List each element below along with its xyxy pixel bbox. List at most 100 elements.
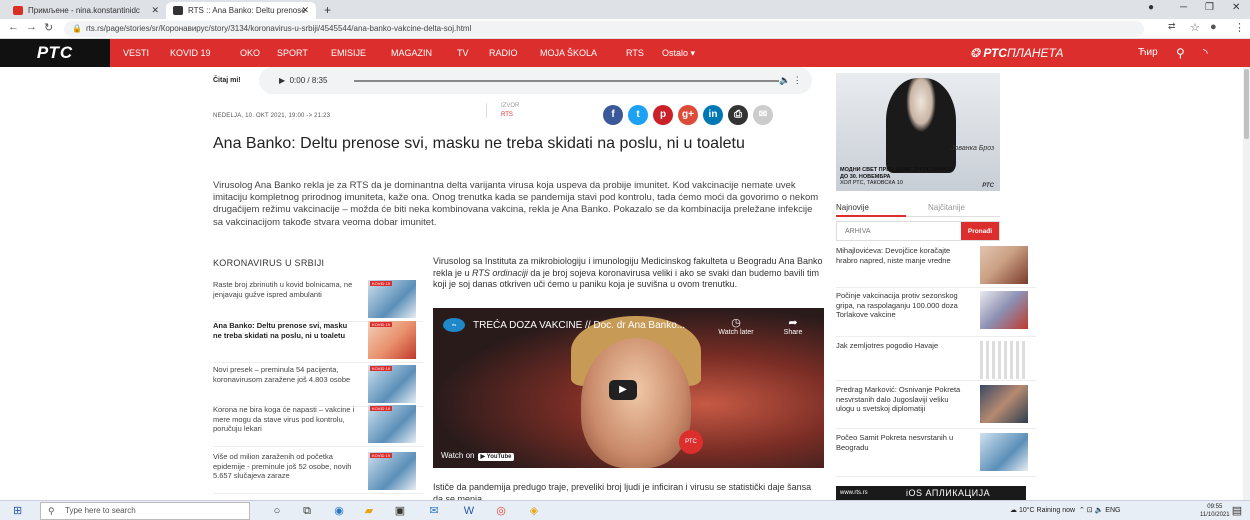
latest-news-thumbnail[interactable] <box>980 341 1028 379</box>
profile-avatar-icon[interactable]: ● <box>1210 21 1217 33</box>
player-progress[interactable] <box>354 80 779 82</box>
taskbar-clock[interactable]: 09:55 11/10/2021 <box>1200 503 1230 519</box>
related-item-thumbnail[interactable]: KOVID 19 <box>368 280 416 318</box>
facebook-icon[interactable]: f <box>603 105 623 125</box>
weather-text[interactable]: 10°C Raining now <box>1019 507 1075 514</box>
related-item-thumbnail[interactable]: KOVID 19 <box>368 405 416 443</box>
browser-tab-rts[interactable]: RTS :: Ana Banko: Deltu prenose ✕ <box>166 2 316 19</box>
google-plus-icon[interactable]: g+ <box>678 105 698 125</box>
nav-radio[interactable]: RADIO <box>489 39 518 67</box>
rts-ordinacija-link[interactable]: RTS ordinaciji <box>472 268 528 278</box>
source-value[interactable]: RTS <box>501 112 546 118</box>
rss-icon[interactable]: ◝ <box>1203 39 1208 67</box>
store-icon[interactable]: ▣ <box>393 504 407 518</box>
nav-rts[interactable]: RTS <box>626 39 644 67</box>
related-item-thumbnail[interactable]: KOVID 19 <box>368 365 416 403</box>
close-tab-icon[interactable]: ✕ <box>151 2 159 19</box>
watch-later-button[interactable]: ◷ Watch later <box>716 316 756 336</box>
related-item[interactable]: Više od milion zaraženih od početka epid… <box>213 452 423 494</box>
search-icon[interactable]: ⚲ <box>1176 39 1185 67</box>
close-tab-icon[interactable]: ✕ <box>301 2 309 19</box>
latest-news-title[interactable]: Mihajlovićeva: Devojčice koračajte hrabr… <box>836 246 962 265</box>
related-item-title[interactable]: Ana Banko: Deltu prenose svi, masku ne t… <box>213 321 357 340</box>
nav-sport[interactable]: SPORT <box>277 39 308 67</box>
nav-oko[interactable]: OKO <box>240 39 260 67</box>
lang-indicator[interactable]: ENG <box>1105 507 1120 514</box>
minimize-icon[interactable]: ─ <box>1180 2 1187 13</box>
twitter-icon[interactable]: t <box>628 105 648 125</box>
nav-moja-skola[interactable]: MOJA ŠKOLA <box>540 39 597 67</box>
nav-kovid19[interactable]: KOVID 19 <box>170 39 211 67</box>
tray-chevron-icon[interactable]: ⌃ <box>1079 507 1085 514</box>
latest-news-thumbnail[interactable] <box>980 291 1028 329</box>
play-icon[interactable]: ▶ <box>279 76 285 85</box>
archive-search-button[interactable]: Pronađi <box>961 222 999 240</box>
watch-on-youtube[interactable]: Watch on ▶ YouTube <box>441 451 515 461</box>
latest-news-item[interactable]: Mihajlovićeva: Devojčice koračajte hrabr… <box>836 246 1036 288</box>
exhibition-ad-banner[interactable]: Јованка Броз МОДНИ СВЕТ ПРВЕ ДАМЕ ЈУГОСЛ… <box>836 73 1000 191</box>
tab-najcitanije[interactable]: Najčitanije <box>928 203 965 212</box>
print-icon[interactable]: ⎙ <box>728 105 748 125</box>
translate-icon[interactable]: ⇄ <box>1168 21 1176 32</box>
word-icon[interactable]: W <box>462 504 476 518</box>
rts-logo[interactable]: РТС <box>0 39 110 67</box>
script-toggle[interactable]: Ћир <box>1138 39 1158 67</box>
email-icon[interactable]: ✉ <box>753 105 773 125</box>
audio-player[interactable]: ▶ 0:00 / 8:35 🔈 ⋮ <box>259 67 812 94</box>
paint-icon[interactable]: ◈ <box>527 504 541 518</box>
channel-avatar-icon[interactable]: rts <box>443 318 465 332</box>
mail-icon[interactable]: ✉ <box>427 504 441 518</box>
file-explorer-icon[interactable]: ▰ <box>362 504 376 518</box>
close-window-icon[interactable]: ✕ <box>1232 2 1240 13</box>
rts-planeta-link[interactable]: ❂ РТСПЛАНЕТА <box>970 39 1063 67</box>
windows-start-icon[interactable]: ⊞ <box>13 505 25 517</box>
weather-icon[interactable]: ☁ <box>1010 507 1017 514</box>
reload-icon[interactable]: ↻ <box>44 21 53 34</box>
tab-najnovije[interactable]: Najnovije <box>836 203 869 212</box>
ios-app-banner[interactable]: www.rts.rs iOS АПЛИКАЦИЈА <box>836 486 1026 500</box>
task-view-icon[interactable]: ⧉ <box>300 504 314 518</box>
related-item-title[interactable]: Raste broj zbrinutih u kovid bolnicama, … <box>213 280 357 299</box>
related-item[interactable]: Ana Banko: Deltu prenose svi, masku ne t… <box>213 321 423 363</box>
bookmark-star-icon[interactable]: ☆ <box>1190 21 1200 34</box>
related-item-title[interactable]: Novi presek – preminula 54 pacijenta, ko… <box>213 365 357 384</box>
nav-tv[interactable]: TV <box>457 39 469 67</box>
linkedin-icon[interactable]: in <box>703 105 723 125</box>
browser-menu-icon[interactable]: ⋮ <box>1234 21 1245 34</box>
edge-icon[interactable]: ◉ <box>332 504 346 518</box>
video-title[interactable]: TREĆA DOZA VAKCINE // Doc. dr Ana Banko.… <box>473 320 685 331</box>
related-item-thumbnail[interactable]: KOVID 19 <box>368 321 416 359</box>
nav-emisije[interactable]: EMISIJE <box>331 39 366 67</box>
page-scrollbar[interactable] <box>1243 67 1250 500</box>
volume-icon[interactable]: 🔈 <box>1095 507 1104 514</box>
back-icon[interactable]: ← <box>8 21 19 33</box>
scrollbar-thumb[interactable] <box>1244 69 1249 139</box>
latest-news-thumbnail[interactable] <box>980 433 1028 471</box>
latest-news-item[interactable]: Počinje vakcinacija protiv sezonskog gri… <box>836 291 1036 337</box>
latest-news-title[interactable]: Počeo Samit Pokreta nesvrstanih u Beogra… <box>836 433 962 452</box>
cortana-icon[interactable]: ○ <box>270 504 284 518</box>
latest-news-title[interactable]: Jak zemljotres pogodio Havaje <box>836 341 962 351</box>
latest-news-item[interactable]: Jak zemljotres pogodio Havaje <box>836 341 1036 381</box>
taskbar-search[interactable]: ⚲ Type here to search <box>40 502 250 520</box>
related-item-title[interactable]: Više od milion zaraženih od početka epid… <box>213 452 357 481</box>
network-icon[interactable]: ⊡ <box>1087 507 1093 514</box>
pinterest-icon[interactable]: p <box>653 105 673 125</box>
new-tab-button[interactable]: + <box>320 2 340 19</box>
related-item[interactable]: Novi presek – preminula 54 pacijenta, ko… <box>213 365 423 407</box>
latest-news-thumbnail[interactable] <box>980 246 1028 284</box>
browser-tab-mail[interactable]: Примљене - nina.konstantinidc ✕ <box>6 2 166 19</box>
latest-news-thumbnail[interactable] <box>980 385 1028 423</box>
latest-news-title[interactable]: Predrag Marković: Osnivanje Pokreta nesv… <box>836 385 962 414</box>
nav-ostalo[interactable]: Ostalo ▾ <box>662 39 695 67</box>
related-item-title[interactable]: Korona ne bira koga će napasti – vakcine… <box>213 405 357 434</box>
archive-input[interactable] <box>837 222 962 240</box>
chrome-icon[interactable]: ◎ <box>494 504 508 518</box>
maximize-icon[interactable]: ❐ <box>1205 2 1214 13</box>
latest-news-item[interactable]: Počeo Samit Pokreta nesvrstanih u Beogra… <box>836 433 1036 477</box>
latest-news-title[interactable]: Počinje vakcinacija protiv sezonskog gri… <box>836 291 962 320</box>
video-play-icon[interactable]: ▶ <box>609 380 637 400</box>
notifications-icon[interactable]: ▤ <box>1230 504 1244 518</box>
forward-icon[interactable]: → <box>26 21 37 33</box>
share-button[interactable]: ➦ Share <box>778 316 808 336</box>
